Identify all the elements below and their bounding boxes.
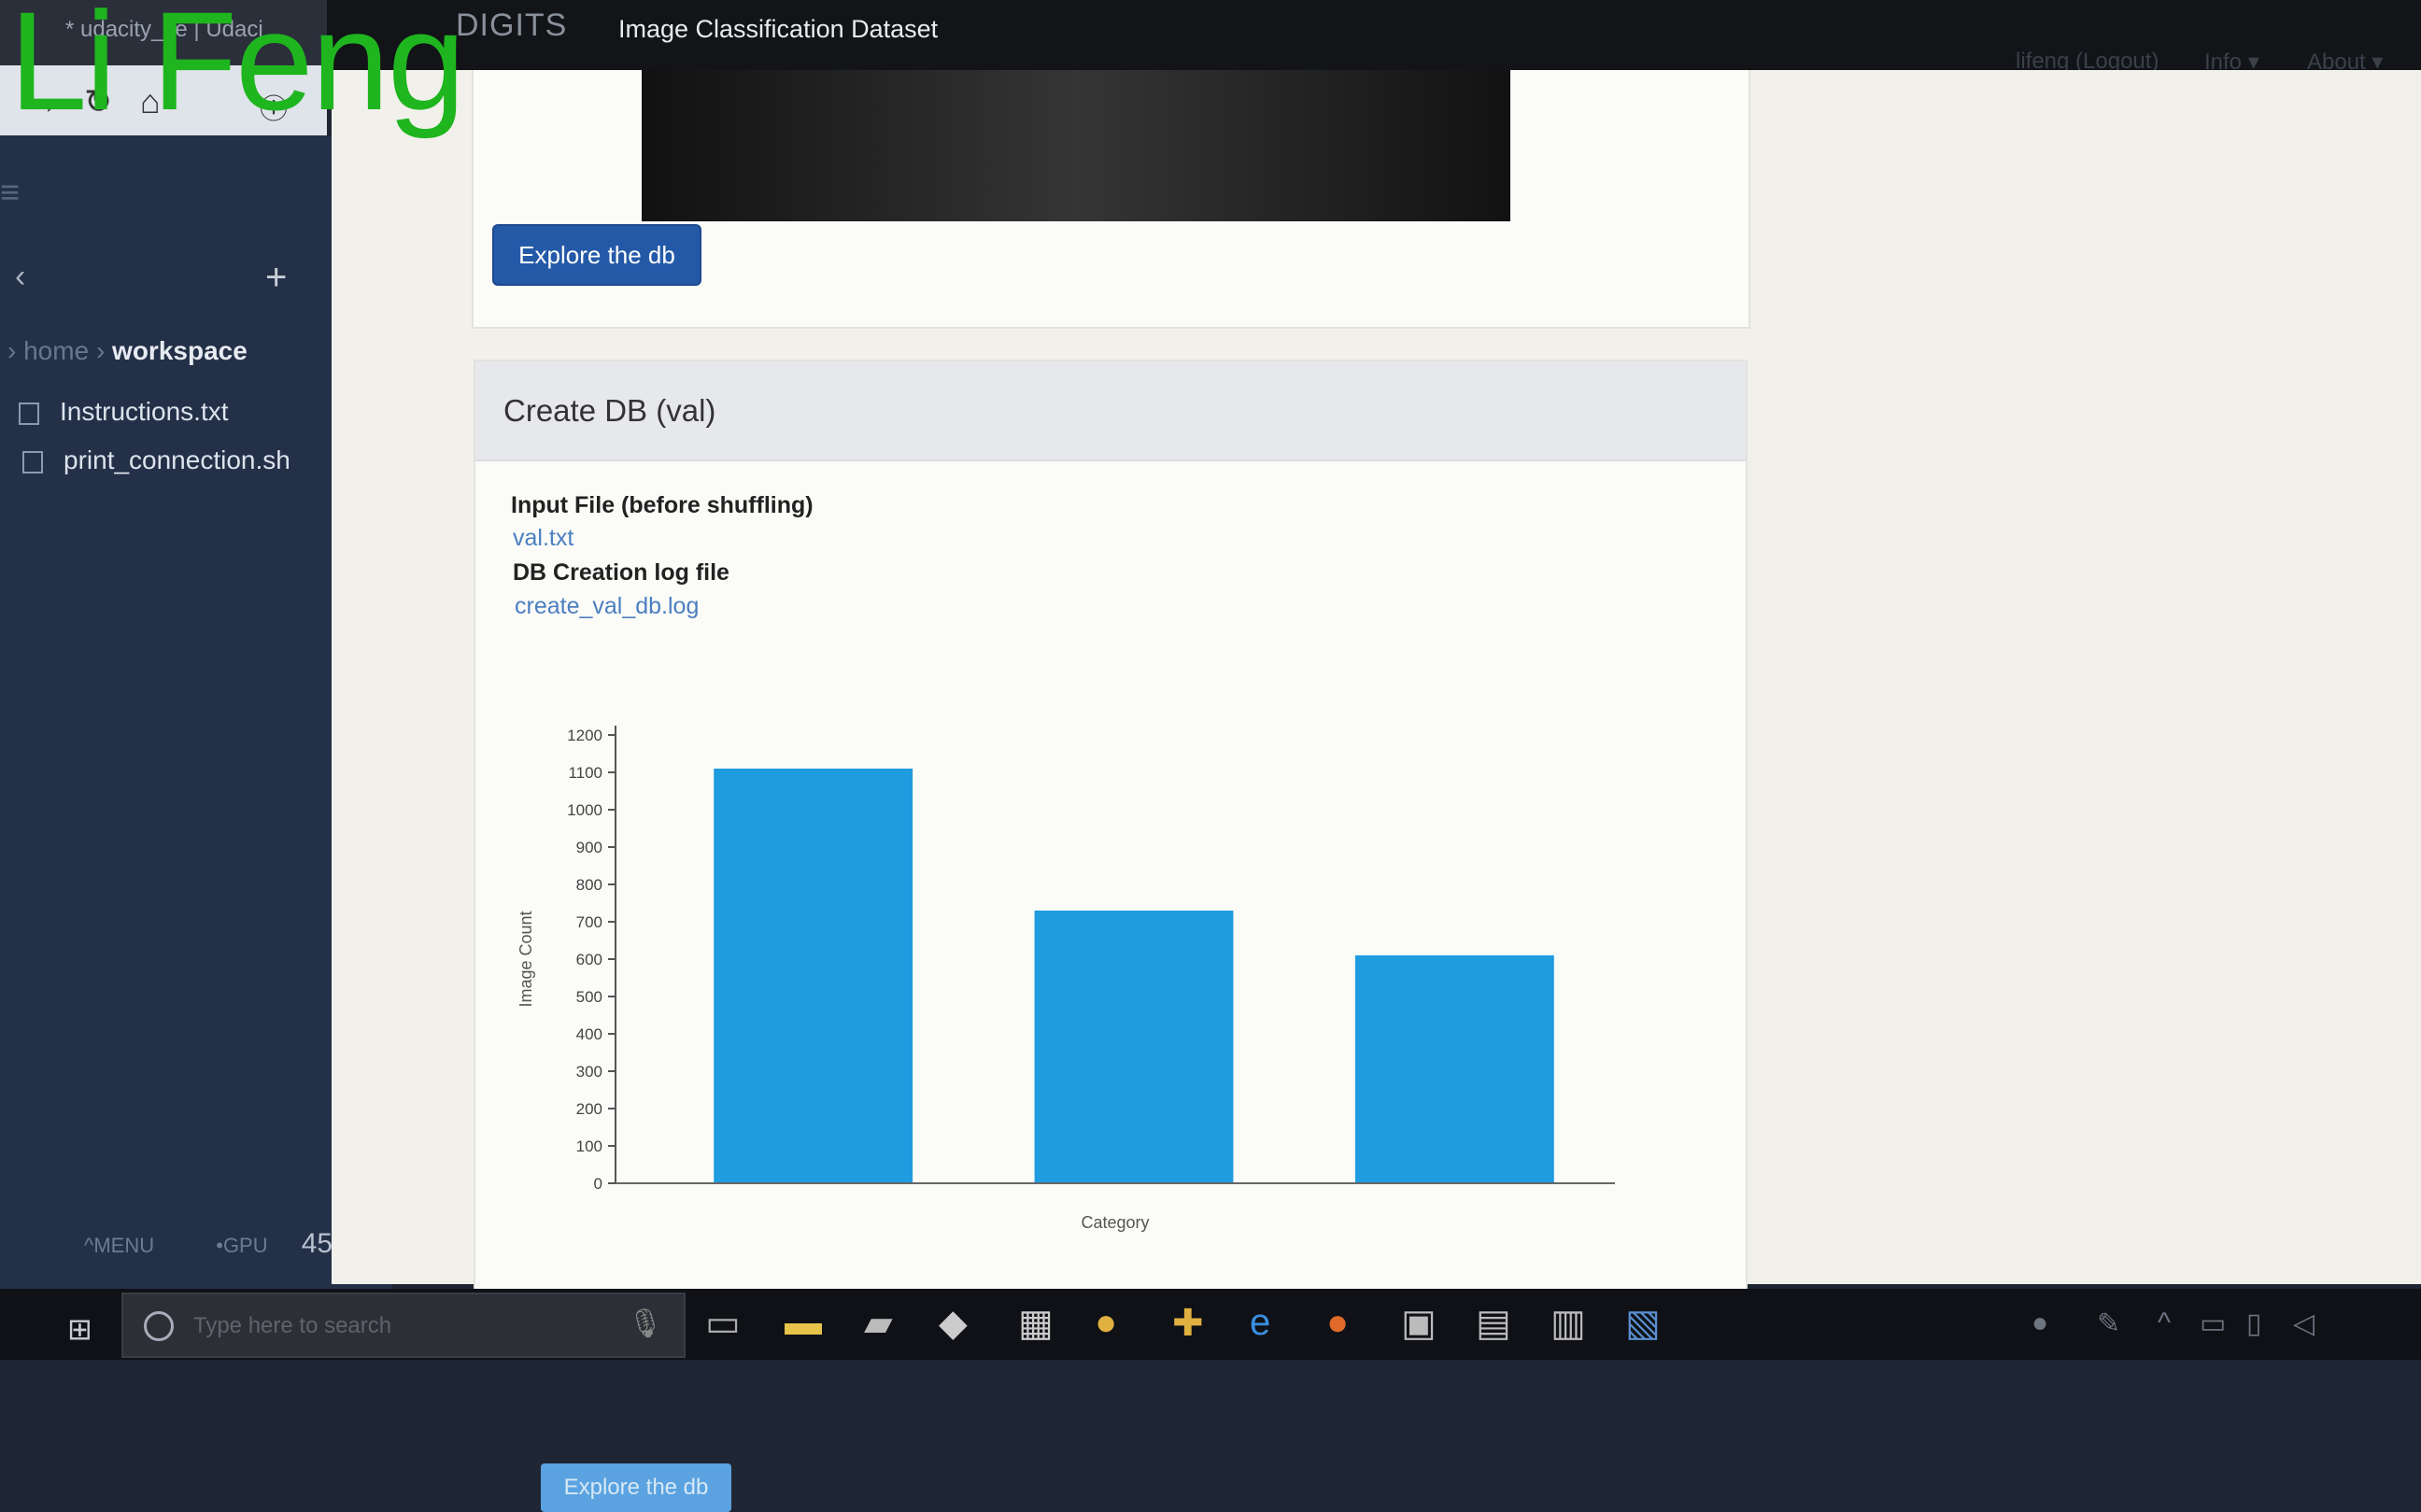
app-window-icon[interactable]: ▣ <box>1401 1302 1437 1345</box>
add-file-button[interactable]: + <box>265 257 287 299</box>
page-title: Image Classification Dataset <box>618 15 939 43</box>
chevron-left-icon[interactable]: ‹ <box>15 259 25 295</box>
bar-2[interactable] <box>1034 911 1234 1183</box>
file-name: Instructions.txt <box>60 397 229 426</box>
cortana-icon <box>144 1311 174 1341</box>
y-tick-label: 400 <box>576 1025 602 1043</box>
y-tick-label: 1200 <box>567 727 602 744</box>
log-file-link[interactable]: create_val_db.log <box>515 593 699 620</box>
pdf-reader-icon[interactable]: ▤ <box>1476 1302 1511 1345</box>
file-icon <box>22 450 43 473</box>
y-tick-label: 500 <box>576 988 602 1006</box>
y-tick-label: 1100 <box>568 764 602 782</box>
puzzle-app-icon[interactable]: ✚ <box>1172 1302 1204 1345</box>
image-count-chart: 0 100 200 300 400 500 600 700 800 900 1000 1100 1200… <box>513 716 1690 1239</box>
pen-tray-icon[interactable]: ✎ <box>2097 1307 2120 1340</box>
breadcrumb-home[interactable]: home <box>23 336 89 365</box>
brand-logo[interactable]: DIGITS <box>456 7 567 44</box>
bar-3[interactable] <box>1354 955 1554 1183</box>
word-icon[interactable]: ▧ <box>1625 1302 1661 1345</box>
create-db-val-panel: Create DB (val) Input File (before shuff… <box>474 360 1748 1512</box>
train-db-panel: Explore the db <box>472 70 1750 329</box>
chevron-right-icon: › <box>95 336 106 365</box>
bar-chart-svg: 0 100 200 300 400 500 600 700 800 900 1000 1100 1200… <box>517 726 1615 1232</box>
file-item-print-connection[interactable]: print_connection.sh <box>22 445 290 475</box>
network-icon[interactable]: ▯ <box>2246 1307 2262 1340</box>
file-item-instructions[interactable]: Instructions.txt <box>19 397 229 427</box>
explore-db-button-top[interactable]: Explore the db <box>492 224 701 286</box>
document-icon[interactable]: ▥ <box>1550 1302 1586 1345</box>
watermark-text: Li Feng <box>9 0 465 139</box>
image-preview <box>642 70 1510 221</box>
main-content: Explore the db Create DB (val) Input Fil… <box>332 70 2421 1512</box>
file-explorer-icon[interactable]: ▬ <box>785 1302 822 1344</box>
y-tick-label: 0 <box>594 1175 602 1193</box>
notes-app-icon[interactable]: ▰ <box>864 1302 893 1345</box>
task-view-icon[interactable]: ▭ <box>705 1302 741 1345</box>
log-file-label: DB Creation log file <box>513 559 729 586</box>
windows-start-icon[interactable]: ⊞ <box>67 1311 92 1347</box>
git-icon[interactable]: ◆ <box>939 1302 968 1345</box>
y-tick-label: 1000 <box>567 801 602 819</box>
edge-icon[interactable]: e <box>1250 1302 1270 1344</box>
panel-heading: Create DB (val) <box>475 361 1746 461</box>
taskbar-search-input[interactable]: Type here to search 🎙 <box>121 1293 686 1358</box>
file-name: print_connection.sh <box>64 445 290 474</box>
y-tick-label: 300 <box>576 1063 602 1081</box>
chevron-up-icon: ^ <box>84 1234 94 1257</box>
microphone-icon[interactable]: 🎙 <box>628 1307 663 1340</box>
x-axis-label: Category <box>1081 1213 1149 1232</box>
bars <box>714 769 1554 1183</box>
status-bar: ^MENU •GPU 45 <box>84 1228 333 1260</box>
firefox-icon[interactable]: ● <box>1326 1302 1349 1344</box>
battery-icon[interactable]: ▭ <box>2200 1307 2226 1340</box>
menu-label[interactable]: MENU <box>93 1234 154 1257</box>
chevron-right-icon: › <box>7 336 17 365</box>
chevron-up-icon[interactable]: ^ <box>2158 1307 2171 1339</box>
gpu-label[interactable]: GPU <box>223 1234 268 1257</box>
panel-title: Create DB (val) <box>503 393 716 428</box>
y-axis-label: Image Count <box>517 911 535 1007</box>
gpu-value: 45 <box>301 1228 333 1259</box>
bar-1[interactable] <box>714 769 913 1183</box>
y-tick-label: 600 <box>576 951 602 968</box>
input-file-link[interactable]: val.txt <box>513 525 573 552</box>
user-tray-icon[interactable]: ● <box>2032 1307 2048 1339</box>
y-axis: 0 100 200 300 400 500 600 700 800 900 1000 1100 1200 <box>567 726 616 1193</box>
search-placeholder: Type here to search <box>193 1313 392 1338</box>
y-tick-label: 900 <box>576 839 602 856</box>
status-dot-icon: • <box>216 1234 223 1257</box>
calculator-icon[interactable]: ▦ <box>1018 1302 1054 1345</box>
volume-icon[interactable]: ◁ <box>2293 1307 2315 1340</box>
breadcrumb-workspace[interactable]: workspace <box>112 336 248 365</box>
explore-db-button[interactable]: Explore the db <box>541 1463 731 1512</box>
y-tick-label: 200 <box>576 1100 602 1118</box>
breadcrumb: › home › workspace <box>7 336 248 366</box>
chrome-icon[interactable]: ● <box>1095 1302 1117 1344</box>
hamburger-icon[interactable]: ≡ <box>0 173 20 212</box>
y-tick-label: 700 <box>576 913 602 931</box>
y-tick-label: 800 <box>576 876 602 894</box>
file-icon <box>19 402 39 425</box>
input-file-label: Input File (before shuffling) <box>511 492 814 518</box>
y-tick-label: 100 <box>576 1138 602 1155</box>
windows-taskbar: ⊞ Type here to search 🎙 ▭ ▬ ▰ ◆ ▦ ● ✚ e … <box>0 1289 2421 1360</box>
